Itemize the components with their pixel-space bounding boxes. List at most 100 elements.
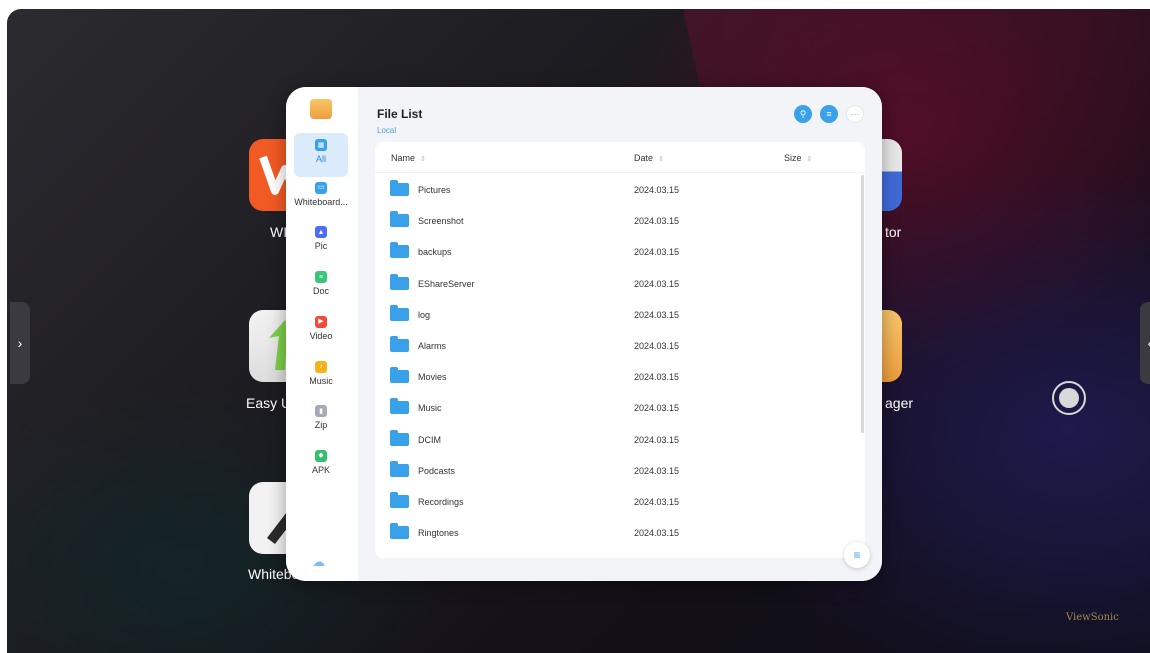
floating-record-button[interactable] <box>1052 381 1086 415</box>
desktop-app-label: tor <box>885 224 902 240</box>
breadcrumb[interactable]: Local <box>377 126 396 135</box>
column-header-size[interactable]: Size ⇕ <box>784 153 812 163</box>
menu-fab-button[interactable]: ≡ <box>844 542 870 568</box>
more-options-icon[interactable]: ⋯ <box>846 105 864 123</box>
android-icon: ◆ <box>315 449 327 462</box>
file-date: 2024.03.15 <box>634 434 680 445</box>
table-row[interactable]: EShareServer 2024.03.15 <box>375 267 855 298</box>
zip-icon: ▮ <box>315 405 327 418</box>
file-name: Podcasts <box>418 465 456 476</box>
cloud-icon[interactable]: ☁ <box>312 554 325 570</box>
sidebar-item-video[interactable]: ▶ Video <box>294 312 348 352</box>
desktop-app-label: WI <box>270 224 288 240</box>
file-date: 2024.03.15 <box>634 185 680 195</box>
table-header: Name ⇕ Date ⇕ Size ⇕ <box>375 142 865 173</box>
table-row[interactable]: backups 2024.03.15 <box>375 235 855 266</box>
search-icon[interactable]: ⚲ <box>794 105 812 123</box>
file-manager-window: ▦ All ▭ Whiteboard... ▲ Pic ≡ Doc ▶ Video ♪ Music ▮ Z… <box>286 87 882 581</box>
page-title: File List <box>377 107 423 121</box>
file-date: 2024.03.15 <box>634 528 680 539</box>
file-date: 2024.03.15 <box>634 278 680 289</box>
column-header-name[interactable]: Name ⇕ <box>391 153 426 163</box>
table-row[interactable]: Alarms 2024.03.15 <box>375 329 855 360</box>
folder-icon <box>390 398 409 415</box>
folder-icon <box>390 336 409 352</box>
document-icon: ≡ <box>315 271 327 284</box>
file-manager-logo-icon <box>310 99 332 119</box>
sidebar-item-pic[interactable]: ▲ Pic <box>294 222 348 262</box>
table-row[interactable]: Recordings 2024.03.15 <box>375 485 855 516</box>
video-icon: ▶ <box>315 315 327 328</box>
sidebar-item-zip[interactable]: ▮ Zip <box>294 401 348 441</box>
picture-icon: ▲ <box>315 226 327 239</box>
sidebar-item-whiteboard[interactable]: ▭ Whiteboard... <box>294 178 348 218</box>
sidebar-item-label: Pic <box>314 241 328 252</box>
file-name: Alarms <box>418 341 447 351</box>
folder-icon <box>390 180 409 196</box>
left-sidebar-handle[interactable]: › <box>10 302 30 384</box>
sidebar-item-label: Music <box>309 375 333 386</box>
file-name: EShareServer <box>418 278 475 289</box>
sort-icon: ⇕ <box>658 156 664 163</box>
category-sidebar: ▦ All ▭ Whiteboard... ▲ Pic ≡ Doc ▶ Video ♪ Music ▮ Z… <box>286 87 358 581</box>
file-name: Ringtones <box>418 528 459 539</box>
file-name: Music <box>418 403 442 414</box>
folder-icon <box>390 492 409 508</box>
file-date: 2024.03.15 <box>634 216 680 227</box>
desktop-app-label: ager <box>885 395 914 411</box>
file-date: 2024.03.15 <box>634 372 680 383</box>
table-row[interactable]: Pictures 2024.03.15 <box>375 173 855 204</box>
whiteboard-icon: ▭ <box>315 181 327 194</box>
file-name: backups <box>418 247 452 258</box>
folder-icon <box>390 367 409 384</box>
file-name: Recordings <box>418 497 464 507</box>
right-sidebar-handle[interactable]: ‹ <box>1140 302 1150 384</box>
folder-icon <box>390 273 409 290</box>
grid-icon: ▦ <box>315 139 327 151</box>
file-date: 2024.03.15 <box>634 309 680 320</box>
folder-icon <box>390 304 409 321</box>
sidebar-item-label: APK <box>311 464 330 475</box>
file-table: Name ⇕ Date ⇕ Size ⇕ Pictures 2024.03.15 Scre… <box>375 142 865 558</box>
file-name: DCIM <box>418 434 441 445</box>
file-date: 2024.03.15 <box>634 247 680 258</box>
sort-icon: ⇕ <box>420 156 426 163</box>
table-row[interactable]: Screenshot 2024.03.15 <box>375 204 855 235</box>
table-row[interactable]: log 2024.03.15 <box>375 298 855 329</box>
file-name: log <box>418 309 431 320</box>
column-header-date[interactable]: Date ⇕ <box>634 153 664 163</box>
folder-icon <box>390 429 409 446</box>
folder-icon <box>390 460 409 477</box>
desktop-app-label: Easy U <box>246 395 292 411</box>
sidebar-item-doc[interactable]: ≡ Doc <box>294 267 348 307</box>
scrollbar[interactable] <box>861 175 864 433</box>
table-row[interactable]: Music 2024.03.15 <box>375 391 855 422</box>
folder-icon <box>390 211 409 228</box>
folder-icon <box>390 523 409 540</box>
file-list-panel: File List Local ⚲ ≡ ⋯ Name ⇕ Date ⇕ Size ⇕ … <box>358 87 882 581</box>
file-name: Pictures <box>418 185 451 195</box>
file-name: Movies <box>418 372 447 383</box>
list-view-icon[interactable]: ≡ <box>820 105 838 123</box>
sidebar-item-label: Whiteboard... <box>294 196 348 207</box>
table-row[interactable]: DCIM 2024.03.15 <box>375 423 855 454</box>
sidebar-item-apk[interactable]: ◆ APK <box>294 446 348 486</box>
file-date: 2024.03.15 <box>634 465 680 476</box>
sidebar-item-all[interactable]: ▦ All <box>294 133 348 177</box>
sort-icon: ⇕ <box>806 156 813 163</box>
sidebar-item-label: Video <box>309 330 333 341</box>
table-row[interactable]: Ringtones 2024.03.15 <box>375 516 855 547</box>
sidebar-item-label: Doc <box>312 286 329 297</box>
file-name: Screenshot <box>418 216 464 227</box>
table-row[interactable]: Podcasts 2024.03.15 <box>375 454 855 485</box>
sidebar-item-label: Zip <box>314 420 328 431</box>
sidebar-item-music[interactable]: ♪ Music <box>294 357 348 397</box>
sidebar-item-label: All <box>315 154 326 164</box>
table-row[interactable]: Movies 2024.03.15 <box>375 360 855 391</box>
file-date: 2024.03.15 <box>634 403 680 414</box>
brand-logo: ViewSonic <box>1066 612 1119 623</box>
folder-icon <box>390 242 409 259</box>
file-date: 2024.03.15 <box>634 497 680 507</box>
file-date: 2024.03.15 <box>634 341 680 351</box>
music-icon: ♪ <box>315 360 327 373</box>
